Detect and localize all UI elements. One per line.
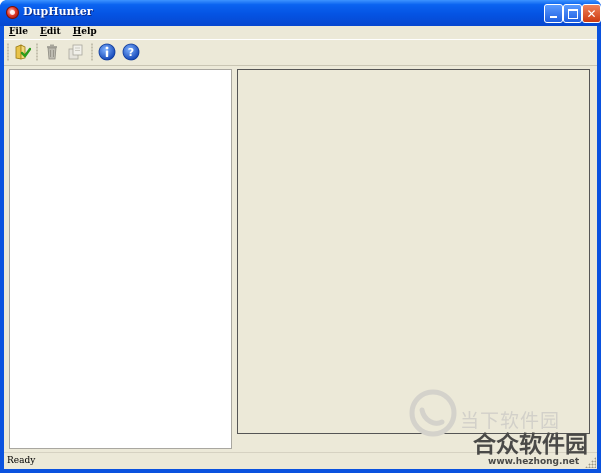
copy-icon — [68, 44, 83, 60]
status-text: Ready — [7, 456, 36, 466]
menu-edit[interactable]: Edit — [40, 26, 61, 38]
folder-tree-panel[interactable] — [9, 69, 232, 449]
toolbar: ? — [4, 39, 597, 66]
minimize-icon — [550, 16, 557, 18]
svg-text:?: ? — [128, 46, 134, 59]
menu-help[interactable]: Help — [73, 26, 97, 38]
window-title: DupHunter — [23, 5, 93, 18]
open-folder-button[interactable] — [12, 42, 32, 62]
maximize-icon — [567, 8, 578, 19]
menu-file[interactable]: File — [9, 26, 28, 38]
trash-icon — [47, 44, 57, 60]
app-icon[interactable] — [6, 6, 19, 19]
copy-button[interactable] — [66, 42, 86, 62]
close-icon: ✕ — [586, 6, 597, 21]
toolbar-separator — [91, 43, 93, 61]
menu-bar: File Edit Help — [4, 26, 597, 38]
maximize-button[interactable] — [563, 4, 582, 23]
results-panel[interactable] — [237, 69, 590, 434]
delete-button[interactable] — [42, 42, 62, 62]
toolbar-grip[interactable] — [7, 43, 9, 61]
watermark-text-2: 合众软件园 — [473, 432, 588, 458]
toolbar-separator — [36, 43, 38, 61]
title-bar[interactable]: DupHunter ✕ — [0, 0, 601, 26]
help-button[interactable]: ? — [121, 42, 141, 62]
open-folder-icon — [15, 44, 31, 60]
watermark-url: www.hezhong.net — [488, 457, 580, 467]
client-area: File Edit Help ? Ready — [4, 26, 597, 469]
close-button[interactable]: ✕ — [582, 4, 601, 23]
info-icon — [98, 43, 116, 61]
app-window: DupHunter ✕ File Edit Help ? Ready 当下软件园… — [0, 0, 601, 473]
minimize-button[interactable] — [544, 4, 563, 23]
help-icon: ? — [122, 43, 140, 61]
about-button[interactable] — [97, 42, 117, 62]
